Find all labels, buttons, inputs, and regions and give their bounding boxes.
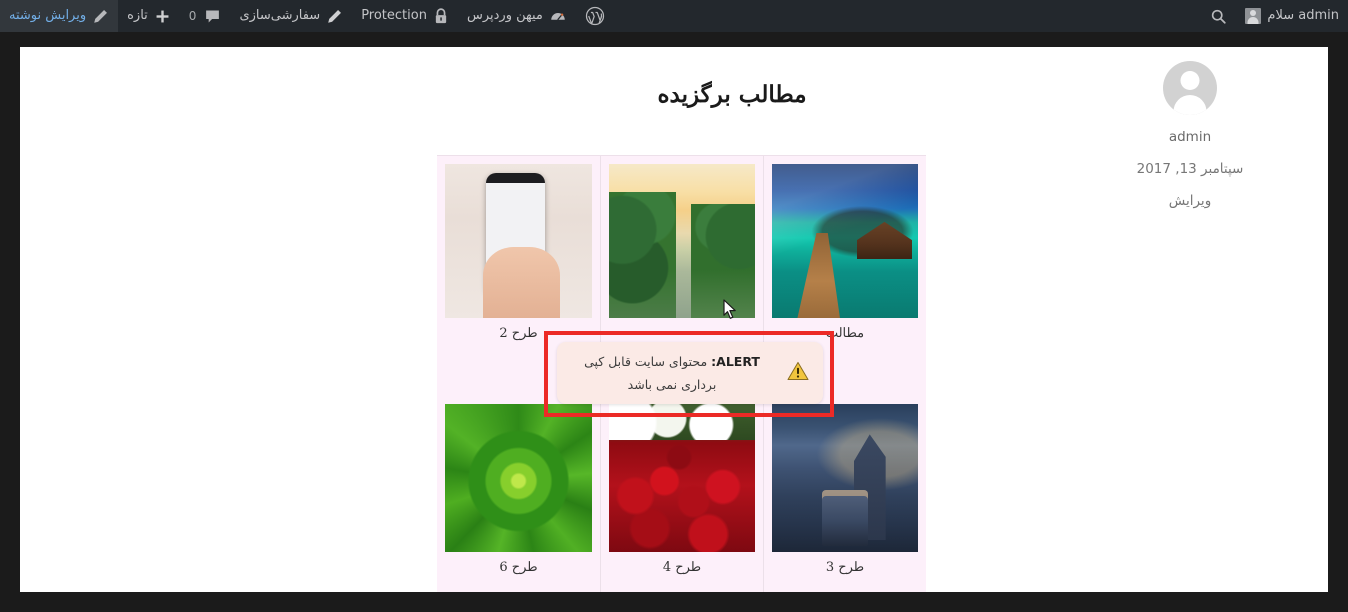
gallery-thumbnail-tram[interactable] [772, 404, 918, 552]
customize-label: سفارشی‌سازی [239, 8, 321, 23]
admin-bar-left-group: سلام admin [1193, 0, 1348, 32]
warning-triangle-icon [787, 361, 809, 385]
alert-message: ALERT: محتوای سایت قابل کپی برداری نمی ب… [567, 350, 777, 396]
alert-body: محتوای سایت قابل کپی برداری نمی باشد [584, 353, 717, 392]
post-meta-sidebar: admin سپتامبر 13, 2017 ویرایش [1060, 61, 1320, 226]
customize-menu[interactable]: سفارشی‌سازی [230, 0, 352, 32]
site-name-label: میهن وردپرس [466, 8, 543, 23]
edit-post-label: ویرایش نوشته [9, 8, 87, 23]
avatar-icon [1245, 8, 1262, 24]
gallery-item[interactable]: طرح 6 [437, 396, 600, 592]
avatar [1163, 61, 1217, 115]
wp-logo-menu[interactable] [576, 0, 614, 32]
gallery-thumbnail-pier[interactable] [772, 164, 918, 318]
gallery-thumbnail-river[interactable] [609, 164, 755, 318]
page-content: مطالب برگزیده admin سپتامبر 13, 2017 ویر… [20, 47, 1328, 592]
gallery-item[interactable]: طرح 4 [600, 396, 763, 592]
plus-icon [154, 8, 171, 25]
page-title: مطالب برگزیده [657, 81, 807, 109]
gallery-caption [609, 318, 755, 326]
site-name-menu[interactable]: میهن وردپرس [458, 0, 576, 32]
howdy-label: سلام admin [1267, 8, 1339, 23]
protection-menu[interactable]: Protection [352, 0, 458, 32]
gallery-caption: طرح 6 [499, 560, 538, 575]
new-content-label: تازه [127, 8, 148, 23]
new-content-menu[interactable]: تازه [118, 0, 180, 32]
howdy-account-menu[interactable]: سلام admin [1236, 0, 1348, 32]
wordpress-icon [585, 6, 605, 26]
gallery-thumbnail-phone[interactable] [445, 164, 592, 318]
alert-prefix: ALERT: [711, 353, 760, 369]
dashboard-icon [549, 7, 567, 25]
gallery-item[interactable]: طرح 3 [763, 396, 926, 592]
edit-link[interactable]: ویرایش [1060, 193, 1320, 209]
copy-protection-alert[interactable]: ALERT: محتوای سایت قابل کپی برداری نمی ب… [557, 342, 823, 404]
pencil-icon [92, 8, 109, 25]
post-author: admin [1168, 129, 1212, 145]
gallery-thumbnail-roses[interactable] [609, 404, 755, 552]
admin-bar-right-group: میهن وردپرس Protection سفارشی‌سازی [0, 0, 614, 32]
gallery-caption: طرح 3 [825, 560, 865, 575]
search-button[interactable] [1201, 0, 1236, 32]
lock-icon [433, 7, 449, 25]
gallery-thumbnail-fern[interactable] [445, 404, 592, 552]
admin-bar: سلام admin میهن وردپرس Protection سفارشی… [0, 0, 1348, 32]
search-icon [1210, 8, 1227, 25]
gallery-caption: طرح 4 [662, 560, 702, 575]
comments-menu[interactable]: 0 [180, 0, 231, 32]
comment-count: 0 [188, 9, 197, 23]
pencil-icon [326, 8, 343, 25]
comment-icon [204, 8, 221, 25]
post-date: سپتامبر 13, 2017 [1136, 161, 1244, 178]
protection-label: Protection [361, 8, 427, 23]
edit-post-menu[interactable]: ویرایش نوشته [0, 0, 119, 32]
